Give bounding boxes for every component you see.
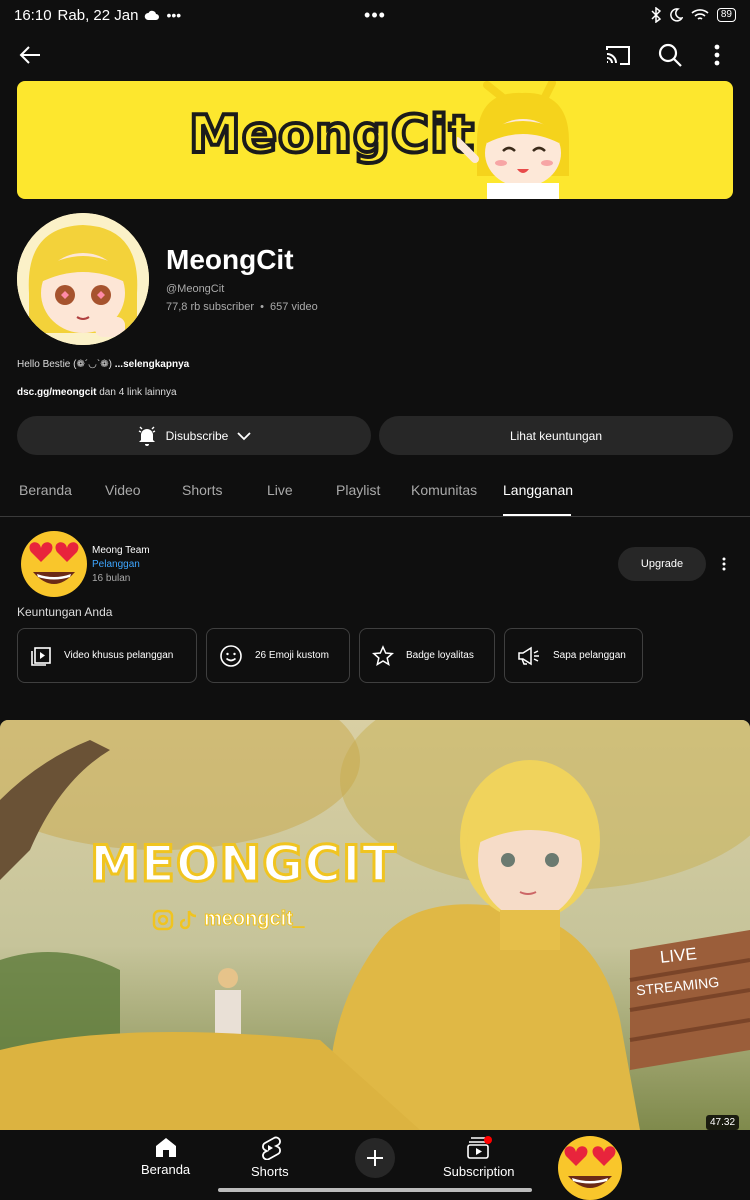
tab-membership[interactable]: Langganan xyxy=(503,482,573,498)
status-time: 16:10 xyxy=(14,6,52,24)
nav-subscriptions[interactable]: Subscription xyxy=(443,1136,515,1179)
perk-label: Sapa pelanggan xyxy=(553,650,626,661)
channel-avatar[interactable] xyxy=(17,213,149,345)
channel-handle: @MeongCit xyxy=(166,283,225,295)
membership-more-icon[interactable] xyxy=(718,556,730,572)
membership-status: Pelanggan xyxy=(92,559,140,570)
perk-members-videos[interactable]: Video khusus pelanggan xyxy=(17,628,197,683)
nav-home[interactable]: Beranda xyxy=(141,1136,190,1177)
tab-community[interactable]: Komunitas xyxy=(411,482,477,498)
star-icon xyxy=(372,644,394,666)
channel-link[interactable]: dsc.gg/meongcit xyxy=(17,387,96,398)
bell-icon xyxy=(138,426,155,446)
perk-label: Badge loyalitas xyxy=(406,650,474,661)
subscribed-button[interactable]: Disubscribe xyxy=(17,416,371,455)
thumbnail-illustration xyxy=(0,720,750,1130)
status-more-icon: ••• xyxy=(166,7,182,23)
more-links[interactable]: dan 4 link lainnya xyxy=(99,387,176,398)
thumbnail-title-text: MEONGCIT xyxy=(89,834,398,895)
view-perks-button[interactable]: Lihat keuntungan xyxy=(379,416,733,455)
create-button[interactable] xyxy=(355,1138,395,1178)
nav-subscriptions-label: Subscription xyxy=(443,1164,515,1179)
tiktok-icon xyxy=(180,909,197,929)
perk-member-shoutout[interactable]: Sapa pelanggan xyxy=(504,628,643,683)
smile-icon xyxy=(220,644,242,667)
wifi-icon xyxy=(691,9,709,20)
active-tab-indicator xyxy=(503,514,571,516)
status-bar: 16:10 Rab, 22 Jan ••• ••• 89 xyxy=(0,0,750,30)
view-perks-label: Lihat keuntungan xyxy=(509,428,603,443)
tab-live[interactable]: Live xyxy=(267,482,293,498)
bluetooth-icon xyxy=(651,7,661,23)
instagram-icon xyxy=(152,909,174,930)
channel-links[interactable]: dsc.gg/meongcit dan 4 link lainnya xyxy=(17,387,177,398)
upgrade-button[interactable]: Upgrade xyxy=(618,547,706,581)
membership-duration: 16 bulan xyxy=(92,573,131,584)
banner-logo-text: MeongCit xyxy=(187,103,476,167)
cast-icon[interactable] xyxy=(604,42,632,68)
video-duration-badge: 47.32 xyxy=(706,1115,740,1130)
banner-character-illustration xyxy=(457,81,569,199)
plus-icon xyxy=(367,1150,383,1166)
channel-stats: 77,8 rb subscriber • 657 video xyxy=(166,301,318,313)
status-date: Rab, 22 Jan xyxy=(57,6,139,24)
chevron-down-icon xyxy=(237,431,251,440)
perk-custom-emoji[interactable]: 26 Emoji kustom xyxy=(206,628,350,683)
membership-tier-name: Meong Team xyxy=(92,545,150,556)
thumbnail-social-handle: meongcit_ xyxy=(203,908,305,931)
description-text: Hello Bestie (❁´◡`❁) xyxy=(17,359,112,370)
subscriber-count: 77,8 rb subscriber xyxy=(166,301,255,313)
nav-home-label: Beranda xyxy=(141,1162,191,1177)
channel-banner: MeongCit xyxy=(17,81,733,199)
home-icon xyxy=(155,1138,176,1157)
moon-icon xyxy=(670,8,683,22)
subscriptions-icon xyxy=(466,1136,492,1159)
tab-home[interactable]: Beranda xyxy=(19,482,72,498)
upgrade-label: Upgrade xyxy=(640,558,684,570)
top-app-bar xyxy=(0,36,750,76)
tab-playlists[interactable]: Playlist xyxy=(336,482,380,498)
channel-description[interactable]: Hello Bestie (❁´◡`❁) ...selengkapnya xyxy=(17,359,189,370)
shorts-icon xyxy=(261,1136,281,1160)
channel-name: MeongCit xyxy=(166,244,294,275)
multiwindow-dots[interactable]: ••• xyxy=(364,5,386,26)
perk-label: Video khusus pelanggan xyxy=(64,650,174,661)
subscribed-label: Disubscribe xyxy=(165,428,229,443)
avatar-illustration xyxy=(17,213,149,345)
description-more-link[interactable]: ...selengkapnya xyxy=(115,359,189,370)
perk-loyalty-badge[interactable]: Badge loyalitas xyxy=(359,628,495,683)
megaphone-icon xyxy=(518,646,539,665)
back-arrow-icon[interactable] xyxy=(18,42,44,68)
heart-eyes-emoji xyxy=(558,1136,622,1200)
more-vertical-icon[interactable] xyxy=(707,41,727,69)
battery-icon: 89 xyxy=(716,8,736,22)
channel-tabs: Beranda Video Shorts Live Playlist Komun… xyxy=(0,466,750,517)
cloud-icon xyxy=(145,10,160,20)
video-library-icon xyxy=(31,646,51,666)
tab-videos[interactable]: Video xyxy=(105,482,141,498)
video-count: 657 video xyxy=(270,301,318,313)
perk-label: 26 Emoji kustom xyxy=(255,650,329,661)
bench-text-live: LIVE xyxy=(659,944,698,967)
nav-shorts[interactable]: Shorts xyxy=(251,1136,289,1179)
video-thumbnail[interactable]: MEONGCIT meongcit_ LIVE STREAMING xyxy=(0,720,750,1130)
stats-separator: • xyxy=(260,301,264,313)
search-icon[interactable] xyxy=(656,41,684,69)
home-gesture-bar[interactable] xyxy=(218,1188,532,1192)
thumbnail-social: meongcit_ xyxy=(152,908,305,931)
member-badge-emoji xyxy=(21,531,87,597)
perks-title: Keuntungan Anda xyxy=(17,605,113,619)
tab-shorts[interactable]: Shorts xyxy=(182,482,222,498)
nav-shorts-label: Shorts xyxy=(251,1164,289,1179)
